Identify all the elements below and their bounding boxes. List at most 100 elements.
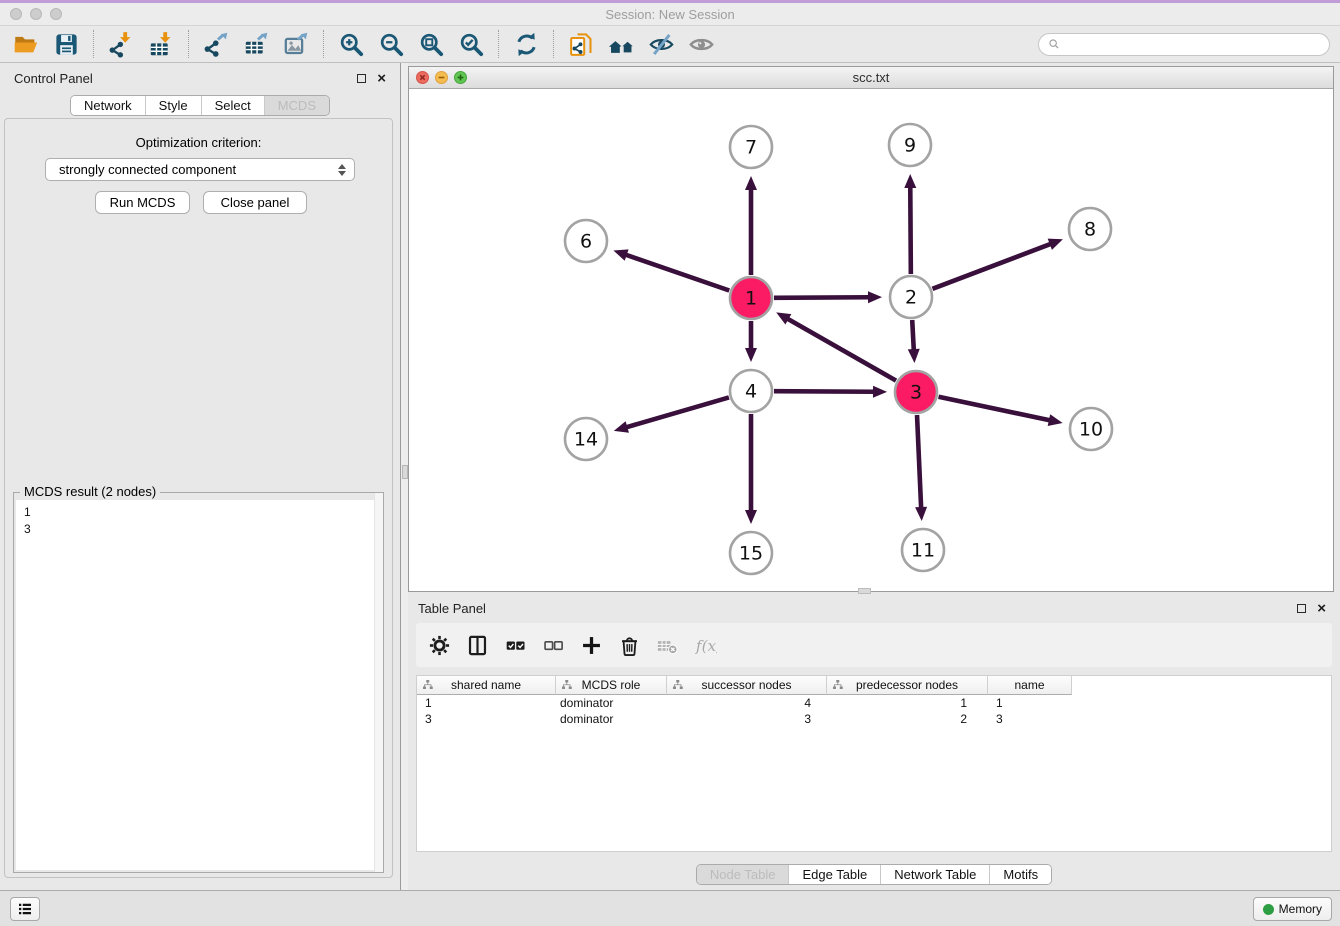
table-cell[interactable]: 3 (417, 711, 556, 727)
mcds-result-list[interactable]: 13 (16, 500, 381, 870)
graph-node-6[interactable]: 6 (565, 220, 607, 262)
show-all-button[interactable] (681, 28, 721, 60)
first-neighbors-button[interactable] (601, 28, 641, 60)
zoom-selected-button[interactable] (451, 28, 491, 60)
close-panel-button[interactable]: Close panel (203, 191, 307, 214)
column-header-shared-name[interactable]: shared name (417, 676, 556, 695)
tab-mcds[interactable]: MCDS (264, 96, 329, 115)
edge-2-3[interactable] (908, 320, 920, 363)
edge-3-11[interactable] (915, 415, 927, 521)
export-image-icon (283, 31, 310, 58)
show-columns-icon (466, 634, 489, 657)
graph-node-4[interactable]: 4 (730, 370, 772, 412)
column-header-name[interactable]: name (988, 676, 1072, 695)
run-mcds-button[interactable]: Run MCDS (95, 191, 190, 214)
arrowhead-icon (904, 174, 916, 188)
graph-node-8[interactable]: 8 (1069, 208, 1111, 250)
close-panel-icon[interactable]: × (377, 71, 386, 86)
edge-4-3[interactable] (774, 386, 887, 398)
graph-node-3[interactable]: 3 (895, 371, 937, 413)
hide-selected-button[interactable] (641, 28, 681, 60)
tab-node-table[interactable]: Node Table (697, 865, 789, 884)
table-cell[interactable]: 1 (417, 695, 556, 711)
memory-button[interactable]: Memory (1253, 897, 1332, 921)
delete-table-button (648, 627, 686, 663)
select-all-button[interactable] (496, 627, 534, 663)
tab-select[interactable]: Select (201, 96, 264, 115)
import-network-button[interactable] (101, 28, 141, 60)
graph-node-7[interactable]: 7 (730, 126, 772, 168)
edge-1-6[interactable] (613, 249, 729, 290)
arrowhead-icon (915, 507, 927, 521)
network-window-titlebar[interactable]: scc.txt (409, 67, 1333, 89)
tab-network[interactable]: Network (71, 96, 145, 115)
main-toolbar (0, 26, 1340, 63)
table-cell[interactable]: dominator (556, 695, 667, 711)
graph-node-9[interactable]: 9 (889, 124, 931, 166)
hierarchy-icon (832, 679, 844, 691)
zoom-in-button[interactable] (331, 28, 371, 60)
close-table-panel-icon[interactable]: × (1317, 601, 1326, 616)
table-cell[interactable]: 3 (667, 711, 827, 727)
table-mode-button[interactable] (420, 627, 458, 663)
refresh-layout-button[interactable] (506, 28, 546, 60)
table-cell[interactable]: dominator (556, 711, 667, 727)
export-table-button[interactable] (236, 28, 276, 60)
table-cell[interactable]: 2 (827, 711, 988, 727)
open-session-button[interactable] (6, 28, 46, 60)
column-header-successor-nodes[interactable]: successor nodes (667, 676, 827, 695)
edge-1-7[interactable] (745, 176, 757, 275)
edge-4-15[interactable] (745, 414, 757, 524)
search-field[interactable] (1038, 33, 1330, 56)
create-column-button[interactable] (572, 627, 610, 663)
zoom-out-button[interactable] (371, 28, 411, 60)
criterion-dropdown[interactable]: strongly connected component (45, 158, 355, 181)
table-row[interactable]: 3dominator323 (417, 711, 1331, 727)
table-cell[interactable]: 1 (988, 695, 1072, 711)
graph-node-10[interactable]: 10 (1070, 408, 1112, 450)
task-history-button[interactable] (10, 897, 40, 921)
graph-node-2[interactable]: 2 (890, 276, 932, 318)
window-title: Session: New Session (0, 7, 1340, 22)
graph-node-11[interactable]: 11 (902, 529, 944, 571)
edge-4-14[interactable] (614, 397, 729, 432)
table-cell[interactable]: 3 (988, 711, 1072, 727)
hierarchy-icon (422, 679, 434, 691)
edge-1-4[interactable] (745, 321, 757, 362)
horizontal-splitter-handle[interactable] (858, 588, 871, 594)
table-cell[interactable]: 1 (827, 695, 988, 711)
table-cell[interactable]: 4 (667, 695, 827, 711)
import-table-button[interactable] (141, 28, 181, 60)
graph-node-14[interactable]: 14 (565, 418, 607, 460)
show-columns-button[interactable] (458, 627, 496, 663)
refresh-layout-icon (513, 31, 540, 58)
edge-2-9[interactable] (904, 174, 916, 274)
tab-style[interactable]: Style (145, 96, 201, 115)
export-image-button[interactable] (276, 28, 316, 60)
arrowhead-icon (868, 291, 882, 303)
result-scrollbar[interactable] (374, 493, 383, 872)
edge-2-8[interactable] (933, 239, 1063, 289)
graph-node-1[interactable]: 1 (730, 277, 772, 319)
edge-3-10[interactable] (939, 397, 1063, 426)
column-header-predecessor-nodes[interactable]: predecessor nodes (827, 676, 988, 695)
network-canvas[interactable]: 7 9 6 8 1 2 4 3 14 10 15 11 (409, 89, 1333, 591)
tab-network-table[interactable]: Network Table (880, 865, 989, 884)
edge-1-2[interactable] (774, 291, 882, 303)
tab-edge-table[interactable]: Edge Table (788, 865, 880, 884)
delete-columns-button[interactable] (610, 627, 648, 663)
graph-node-15[interactable]: 15 (730, 532, 772, 574)
export-network-button[interactable] (196, 28, 236, 60)
save-session-button[interactable] (46, 28, 86, 60)
zoom-fit-button[interactable] (411, 28, 451, 60)
column-header-mcds-role[interactable]: MCDS role (556, 676, 667, 695)
edge-3-1[interactable] (776, 312, 896, 380)
new-network-from-selection-button[interactable] (561, 28, 601, 60)
search-input[interactable] (1065, 37, 1321, 52)
table-row[interactable]: 1dominator411 (417, 695, 1331, 711)
float-panel-icon[interactable] (357, 74, 366, 83)
float-table-panel-icon[interactable] (1297, 604, 1306, 613)
vertical-splitter[interactable] (400, 63, 408, 890)
tab-motifs[interactable]: Motifs (989, 865, 1051, 884)
unselect-all-button[interactable] (534, 627, 572, 663)
